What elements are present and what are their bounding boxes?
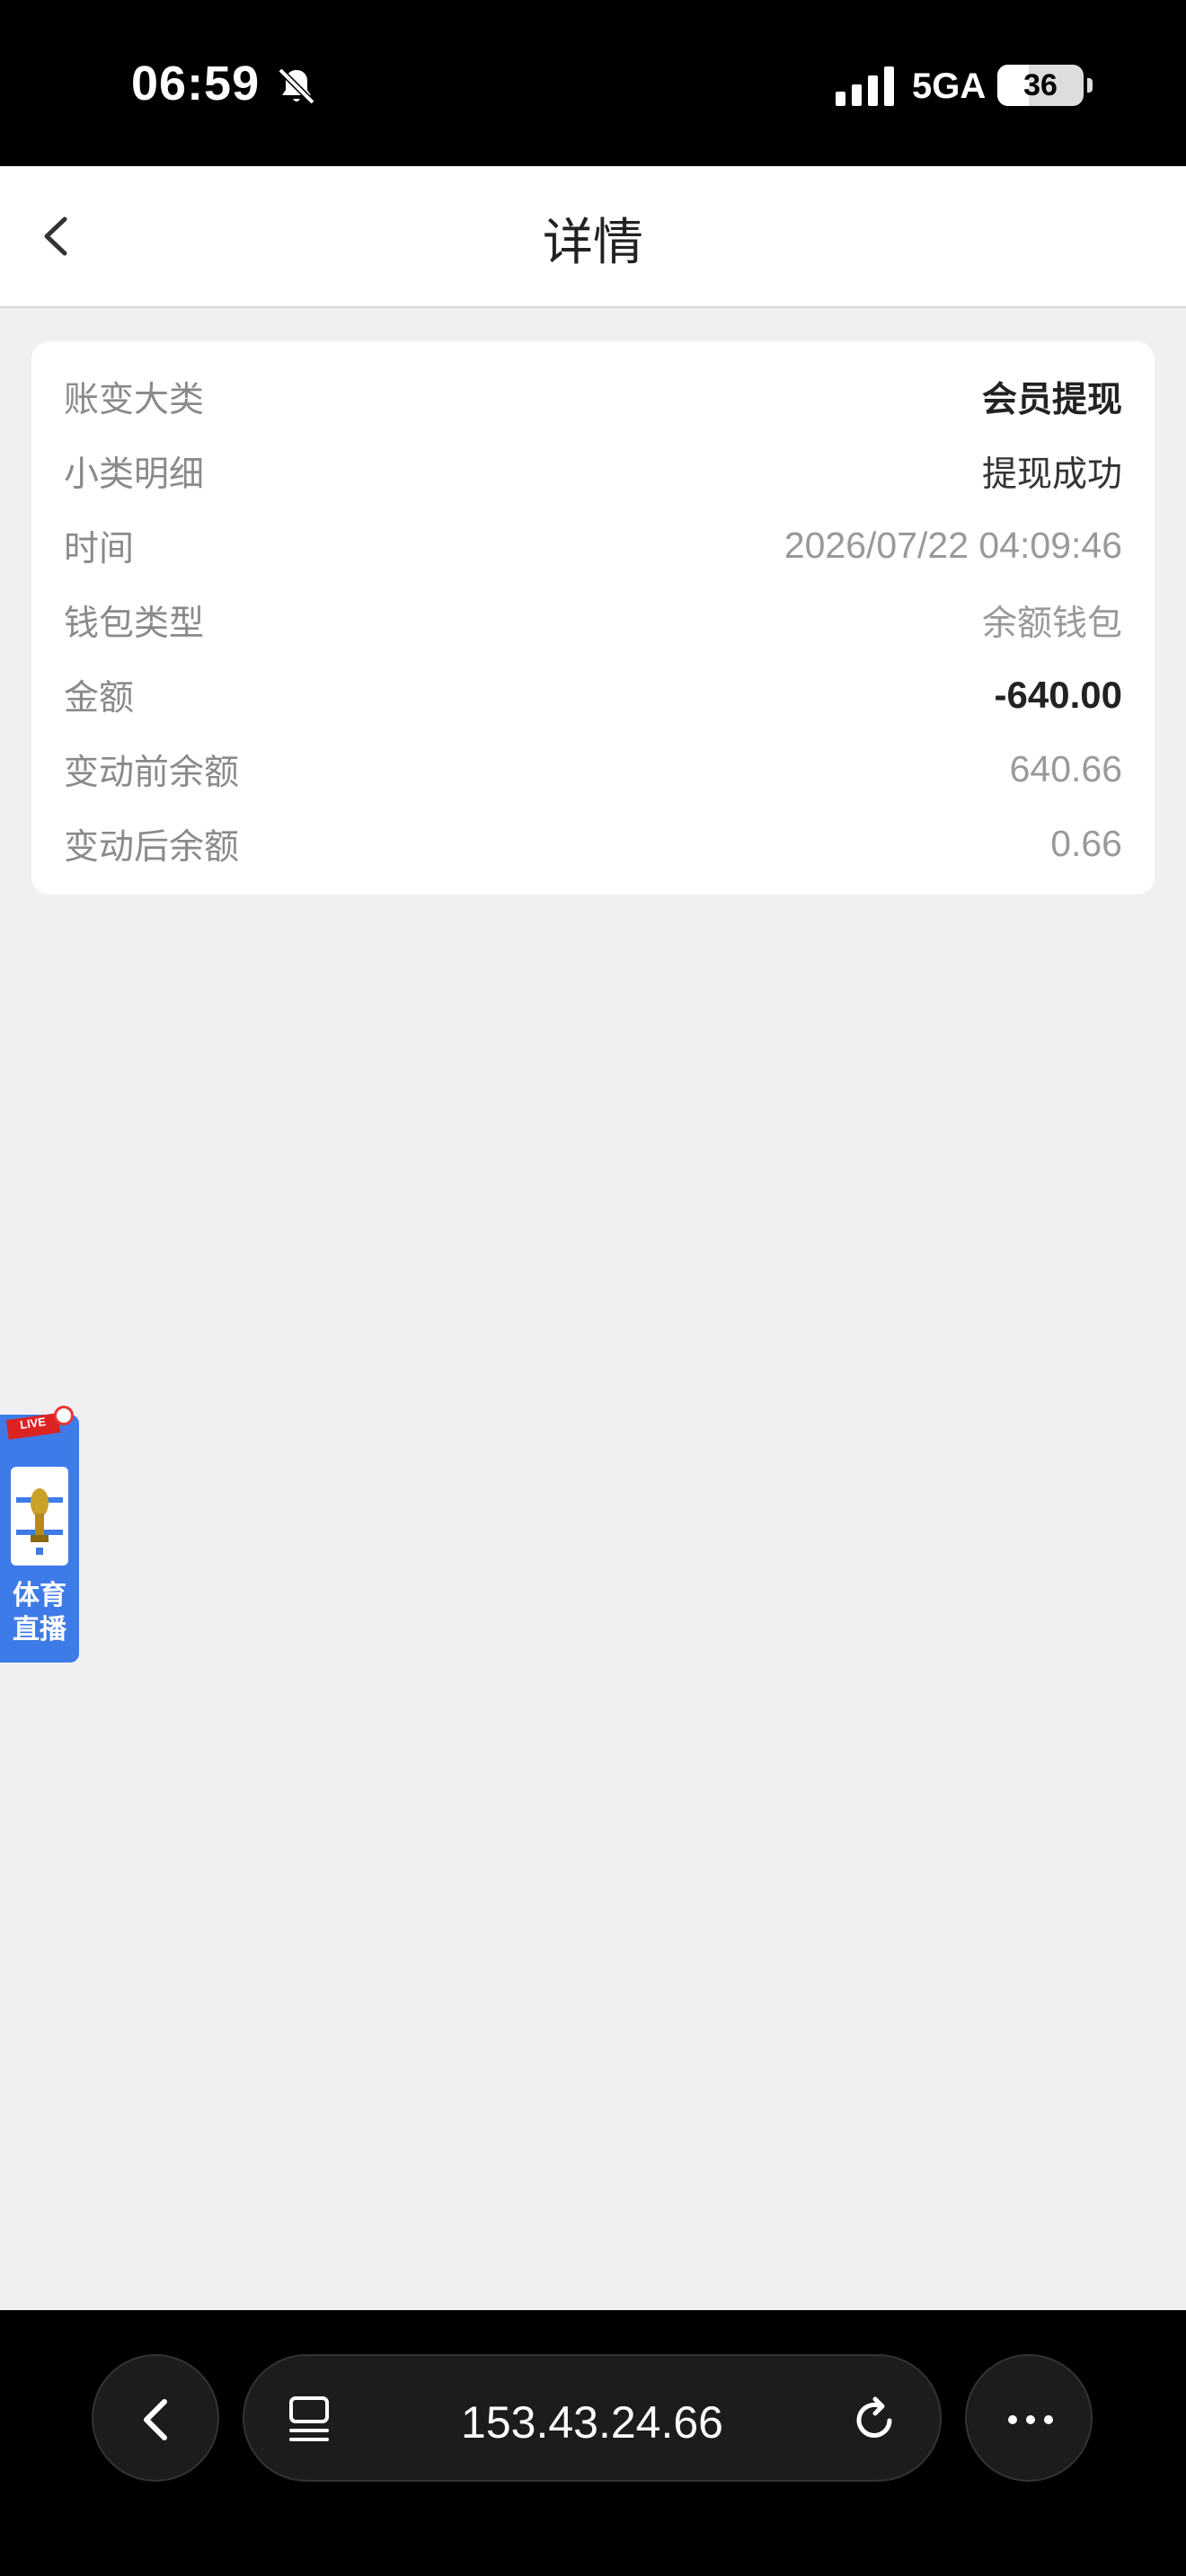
detail-row-wallet-type: 钱包类型 余额钱包 — [64, 583, 1122, 657]
detail-row-balance-after: 变动后余额 0.66 — [64, 807, 1122, 881]
nav-bar: 详情 — [0, 166, 1186, 308]
address-bar[interactable]: 153.43.24.66 — [243, 2354, 942, 2482]
row-label: 时间 — [64, 528, 135, 569]
row-value: 提现成功 — [981, 454, 1122, 495]
more-options-button[interactable] — [965, 2354, 1093, 2482]
network-label: 5GA — [912, 66, 987, 106]
back-chevron-icon — [144, 2399, 167, 2440]
row-value: 2026/07/22 04:09:46 — [783, 525, 1122, 566]
bell-muted-icon — [278, 67, 315, 105]
status-time: 06:59 — [131, 57, 261, 110]
detail-row-amount: 金额 -640.00 — [64, 657, 1122, 732]
more-dots-icon — [1008, 2415, 1053, 2424]
live-badge: LIVE — [5, 1413, 61, 1440]
page-title: 详情 — [543, 214, 643, 272]
row-value: 会员提现 — [981, 379, 1122, 420]
battery-icon: 36 — [997, 65, 1093, 106]
row-label: 小类明细 — [64, 454, 205, 495]
detail-card: 账变大类 会员提现 小类明细 提现成功 时间 2026/07/22 04:09:… — [31, 341, 1155, 895]
row-label: 变动后余额 — [64, 826, 240, 868]
widget-label: 体育 直播 — [0, 1579, 79, 1647]
detail-row-time: 时间 2026/07/22 04:09:46 — [64, 508, 1122, 583]
detail-row-subcategory: 小类明细 提现成功 — [64, 434, 1122, 508]
row-label: 钱包类型 — [64, 603, 205, 644]
signal-icon — [836, 66, 894, 106]
row-value: 余额钱包 — [981, 603, 1122, 644]
status-bar: 06:59 5GA 36 — [0, 0, 1186, 166]
battery-tip — [1087, 78, 1093, 93]
row-value: 0.66 — [1050, 823, 1122, 864]
close-dot-icon[interactable] — [54, 1406, 74, 1425]
row-value: -640.00 — [994, 673, 1122, 716]
widget-label-line1: 体育 — [13, 1580, 66, 1611]
row-value: 640.66 — [1009, 748, 1122, 790]
row-label: 账变大类 — [64, 379, 205, 420]
widget-label-line2: 直播 — [13, 1614, 66, 1645]
detail-row-category: 账变大类 会员提现 — [64, 359, 1122, 434]
reload-icon[interactable] — [848, 2394, 900, 2446]
battery-level: 36 — [1023, 68, 1058, 102]
detail-row-balance-before: 变动前余额 640.66 — [64, 732, 1122, 807]
browser-bottom-bar: 153.43.24.66 — [0, 2310, 1186, 2576]
trophy-board-icon — [11, 1467, 68, 1566]
row-label: 金额 — [64, 677, 135, 719]
sports-live-widget[interactable]: LIVE 体育 直播 — [0, 1406, 79, 1663]
browser-back-button[interactable] — [92, 2354, 219, 2482]
row-label: 变动前余额 — [64, 752, 240, 793]
url-text: 153.43.24.66 — [461, 2397, 723, 2448]
